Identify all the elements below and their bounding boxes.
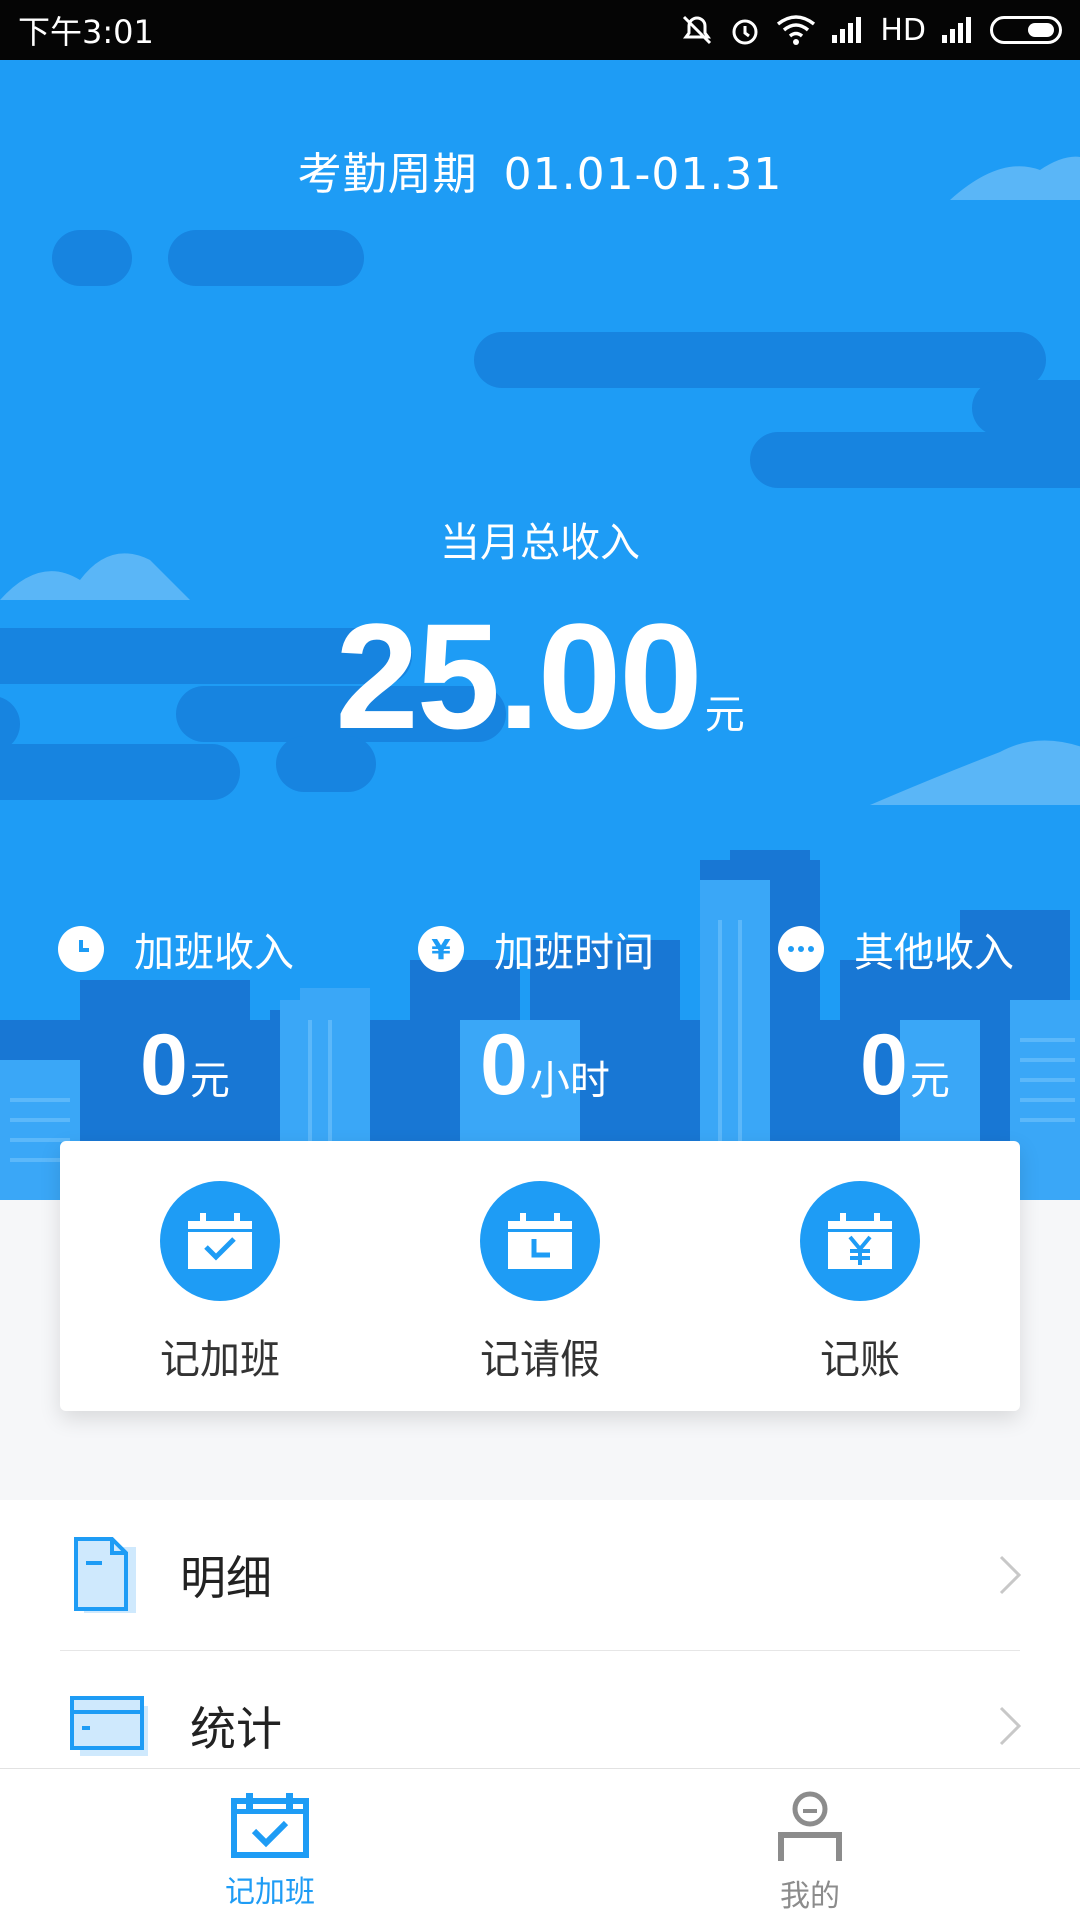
menu-label: 明细: [180, 1551, 272, 1605]
person-icon: [778, 1791, 842, 1861]
stat-label: 加班时间: [494, 930, 654, 976]
menu-list: 明细 统计: [0, 1500, 1080, 1770]
nav-label: 记加班: [225, 1875, 315, 1910]
stat-value: 0: [140, 1017, 188, 1113]
menu-label: 统计: [190, 1701, 282, 1756]
quick-actions-card: 记加班 记请假 记账: [60, 1141, 1020, 1411]
status-time: 下午3:01: [18, 13, 154, 51]
month-income-unit: 元: [704, 692, 745, 738]
cycle-range: 01.01-01.31: [503, 149, 783, 200]
attendance-cycle[interactable]: 考勤周期 01.01-01.31: [0, 138, 1080, 202]
stat-value: 0: [860, 1017, 908, 1113]
stat-label: 其他收入: [854, 930, 1014, 976]
calendar-check-icon: [160, 1181, 280, 1301]
stat-unit: 小时: [529, 1058, 610, 1104]
stat-overtime-hours: ¥ 加班时间 0 小时: [418, 920, 778, 1115]
stat-unit: 元: [909, 1058, 950, 1104]
status-bar: 下午3:01 HD: [0, 0, 1080, 60]
income-hero: 考勤周期 01.01-01.31 当月总收入 25.00 元 加班收入 0元 ¥ 加…: [0, 60, 1080, 1200]
record-account-button[interactable]: 记账: [700, 1141, 1020, 1411]
calendar-yen-icon: [800, 1181, 920, 1301]
month-income-amount: 25.00 元: [0, 590, 1080, 763]
month-income-value: 25.00: [335, 592, 702, 760]
tab-record-overtime[interactable]: 记加班: [0, 1769, 540, 1920]
network-type: HD: [880, 12, 926, 48]
stat-unit: 元: [189, 1058, 230, 1104]
document-icon: [74, 1537, 136, 1613]
wifi-icon: [777, 15, 816, 45]
more-icon: [778, 926, 824, 972]
cycle-label: 考勤周期: [297, 149, 478, 200]
stat-label: 加班收入: [134, 930, 294, 976]
alarm-icon: [732, 19, 758, 45]
stat-overtime-income: 加班收入 0元: [58, 920, 418, 1115]
signal-icon: [832, 17, 862, 43]
record-leave-button[interactable]: 记请假: [380, 1141, 700, 1411]
record-overtime-button[interactable]: 记加班: [60, 1141, 380, 1411]
nav-label: 我的: [780, 1879, 840, 1914]
status-icons: HD: [680, 13, 1062, 48]
stat-value: 0: [480, 1017, 528, 1113]
signal-icon-2: [942, 17, 971, 43]
action-label: 记账: [820, 1337, 900, 1383]
card-icon: [70, 1695, 148, 1756]
clock-icon: [58, 926, 104, 972]
action-label: 记请假: [480, 1337, 600, 1383]
yen-icon: ¥: [418, 926, 464, 972]
mute-icon: [683, 15, 712, 45]
calendar-check-icon: [231, 1793, 309, 1858]
bottom-nav: 记加班 我的: [0, 1768, 1080, 1920]
battery-icon: [990, 16, 1062, 44]
action-label: 记加班: [160, 1337, 280, 1383]
tab-profile[interactable]: 我的: [540, 1769, 1080, 1920]
chevron-right-icon: [999, 1555, 1022, 1595]
stat-other-income: 其他收入 0元: [778, 920, 1080, 1115]
month-income-label: 当月总收入: [440, 520, 640, 566]
calendar-leave-icon: [480, 1181, 600, 1301]
menu-item-details[interactable]: 明细: [0, 1500, 1080, 1650]
chevron-right-icon: [999, 1706, 1022, 1745]
